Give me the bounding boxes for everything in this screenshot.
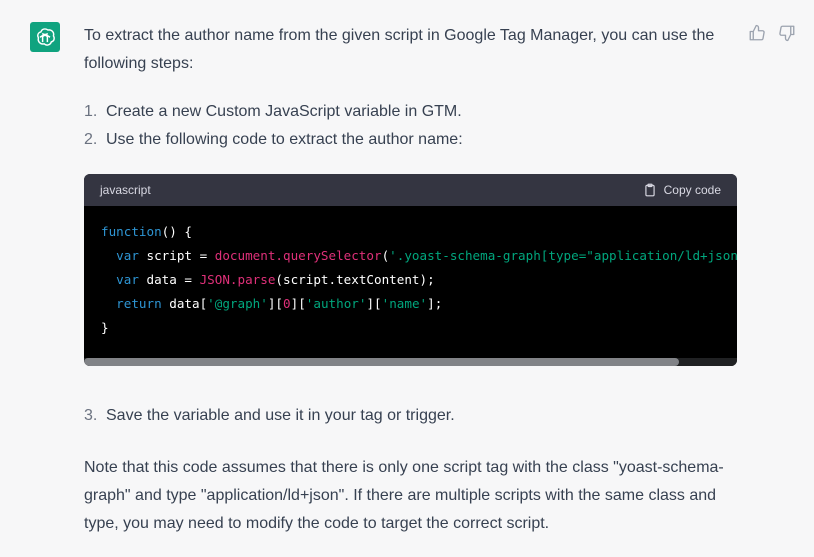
steps-list: 1. Create a new Custom JavaScript variabl… (84, 98, 724, 154)
list-item: 1. Create a new Custom JavaScript variabl… (84, 103, 462, 120)
clipboard-icon (644, 183, 655, 197)
assistant-message: To extract the author name from the give… (84, 22, 724, 174)
code-header: javascript Copy code (84, 174, 737, 206)
feedback-actions (748, 24, 796, 42)
steps-list-continued: 3. Save the variable and use it in your t… (84, 402, 734, 430)
thumbs-down-icon[interactable] (778, 24, 796, 42)
scrollbar-thumb[interactable] (84, 358, 679, 366)
code-language-label: javascript (100, 183, 151, 197)
thumbs-up-icon[interactable] (748, 24, 766, 42)
code-content: function() { var script = document.query… (84, 206, 737, 340)
code-line: return data['@graph'][0]['author']['name… (116, 296, 443, 311)
horizontal-scrollbar[interactable] (84, 358, 737, 366)
assistant-avatar (30, 22, 60, 52)
code-line: var data = JSON.parse(script.textContent… (116, 272, 435, 287)
list-item: 3. Save the variable and use it in your t… (84, 407, 455, 424)
message-intro: To extract the author name from the give… (84, 27, 715, 72)
list-item: 2. Use the following code to extract the … (84, 131, 463, 148)
copy-code-label: Copy code (663, 183, 721, 197)
code-line: } (101, 320, 109, 335)
code-line: var script = document.querySelector('.yo… (116, 248, 737, 263)
code-line: function() { (101, 224, 193, 239)
message-note: Note that this code assumes that there i… (84, 459, 724, 532)
openai-logo-icon (37, 28, 55, 46)
copy-code-button[interactable]: Copy code (643, 183, 721, 197)
code-block: javascript Copy code function() { var sc… (84, 174, 737, 366)
message-continued: 3. Save the variable and use it in your t… (84, 402, 734, 538)
